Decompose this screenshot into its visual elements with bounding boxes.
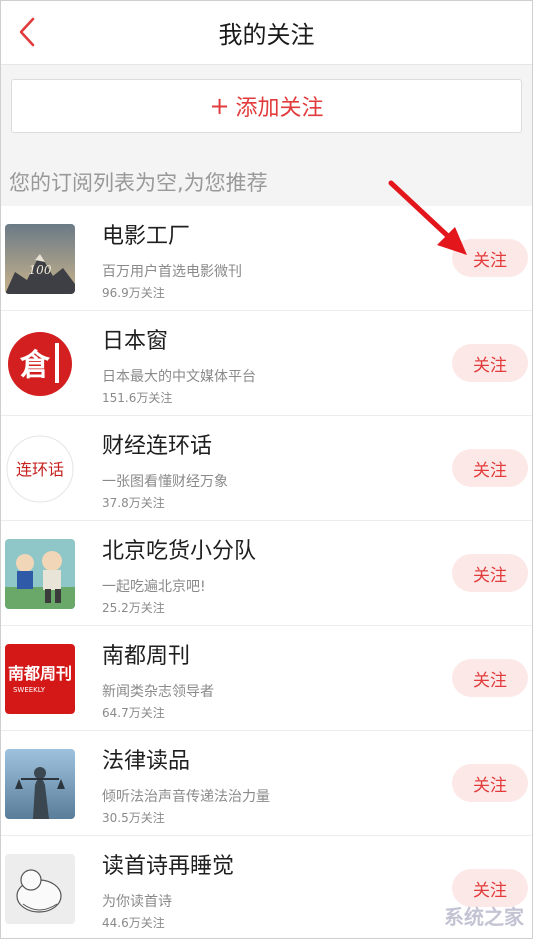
- add-follow-label: 添加关注: [235, 96, 324, 121]
- item-count: 151.6万关注: [102, 391, 173, 405]
- item-count: 37.8万关注: [102, 496, 165, 510]
- item-name: 日本窗: [102, 329, 169, 354]
- logo-text: 100: [29, 263, 52, 277]
- recommend-list: 100 电影工厂 百万用户首选电影微刊 96.9万关注 关注 倉 日本窗 日本最…: [1, 206, 532, 938]
- item-desc: 一张图看懂财经万象: [102, 474, 228, 490]
- nandu-weekly-logo: 南都周刊 SWEEKLY: [5, 644, 75, 714]
- top-bar: 我的关注: [1, 1, 532, 65]
- item-desc: 百万用户首选电影微刊: [102, 264, 242, 280]
- item-count: 44.6万关注: [102, 916, 165, 930]
- follow-button[interactable]: 关注: [452, 764, 528, 802]
- item-desc: 日本最大的中文媒体平台: [102, 369, 256, 385]
- item-name: 法律读品: [102, 749, 191, 774]
- follow-button[interactable]: 关注: [452, 554, 528, 592]
- item-name: 北京吃货小分队: [102, 539, 257, 564]
- logo-text: 倉: [19, 348, 51, 383]
- item-desc: 倾听法治声音传递法治力量: [102, 789, 270, 805]
- logo-text: 南都周刊: [8, 664, 72, 683]
- list-item[interactable]: 北京吃货小分队 一起吃遍北京吧! 25.2万关注 关注: [1, 521, 532, 626]
- list-item[interactable]: 倉 日本窗 日本最大的中文媒体平台 151.6万关注 关注: [1, 311, 532, 416]
- item-desc: 为你读首诗: [102, 894, 172, 910]
- follow-button[interactable]: 关注: [452, 239, 528, 277]
- follow-button[interactable]: 关注: [452, 449, 528, 487]
- add-follow-button[interactable]: + 添加关注: [11, 79, 522, 133]
- poem-logo: [5, 854, 75, 924]
- item-name: 南都周刊: [102, 644, 191, 669]
- follow-button[interactable]: 关注: [452, 659, 528, 697]
- list-item[interactable]: 南都周刊 SWEEKLY 南都周刊 新闻类杂志领导者 64.7万关注 关注: [1, 626, 532, 731]
- plus-icon: +: [209, 92, 230, 120]
- item-name: 读首诗再睡觉: [102, 854, 235, 879]
- follow-button[interactable]: 关注: [452, 344, 528, 382]
- item-count: 64.7万关注: [102, 706, 165, 720]
- add-section: + 添加关注: [1, 65, 532, 155]
- beijing-foodie-logo: [5, 539, 75, 609]
- item-desc: 新闻类杂志领导者: [102, 684, 214, 700]
- law-reading-logo: [5, 749, 75, 819]
- item-count: 96.9万关注: [102, 286, 165, 300]
- list-item[interactable]: 100 电影工厂 百万用户首选电影微刊 96.9万关注 关注: [1, 206, 532, 311]
- list-item[interactable]: 连环话 财经连环话 一张图看懂财经万象 37.8万关注 关注: [1, 416, 532, 521]
- recommend-hint: 您的订阅列表为空,为您推荐: [9, 171, 268, 195]
- item-count: 30.5万关注: [102, 811, 165, 825]
- logo-text: 连环话: [16, 460, 64, 479]
- watermark: 系统之家: [444, 905, 524, 929]
- item-desc: 一起吃遍北京吧!: [102, 579, 206, 595]
- logo-subtext: SWEEKLY: [13, 686, 46, 694]
- item-name: 财经连环话: [102, 434, 213, 459]
- item-name: 电影工厂: [102, 224, 191, 249]
- app-frame: 我的关注 + 添加关注 您的订阅列表为空,为您推荐 100 电影工厂 百万用户首…: [0, 0, 533, 939]
- list-item[interactable]: 法律读品 倾听法治声音传递法治力量 30.5万关注 关注: [1, 731, 532, 836]
- page-title: 我的关注: [218, 21, 315, 49]
- hint-bar: 您的订阅列表为空,为您推荐: [1, 155, 532, 206]
- ribenchuang-logo: 倉: [5, 329, 75, 399]
- movie-factory-logo: 100: [5, 224, 75, 294]
- caijing-logo: 连环话: [5, 434, 75, 504]
- item-count: 25.2万关注: [102, 601, 165, 615]
